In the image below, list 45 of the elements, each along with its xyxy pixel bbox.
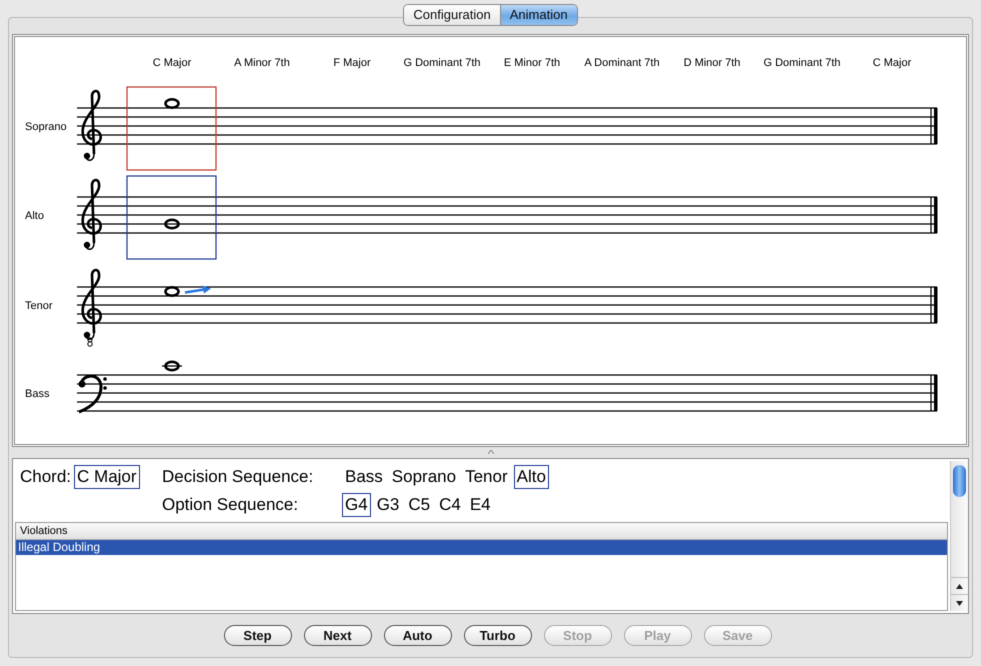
action-button[interactable]: Next [304, 625, 372, 646]
sequence-item: Soprano [390, 466, 458, 488]
action-button[interactable]: Step [224, 625, 292, 646]
sequence-item: G4 [342, 493, 371, 517]
treble-clef-icon [81, 178, 102, 250]
sequence-item: C5 [407, 494, 432, 516]
tab[interactable]: Animation [500, 5, 577, 25]
decision-sequence-label: Decision Sequence: [162, 466, 314, 488]
staff-label: Tenor [25, 300, 53, 312]
treble-clef-icon [81, 268, 102, 347]
column-header[interactable]: Violations [16, 523, 947, 540]
sequence-item: Tenor [464, 466, 509, 488]
chord-label: Chord: [20, 466, 72, 488]
table-row[interactable]: Illegal Doubling [16, 540, 947, 555]
staff-label: Alto [25, 210, 44, 222]
chord-name: F Major [333, 57, 371, 69]
action-button[interactable]: Turbo [464, 625, 532, 646]
scrollbar[interactable] [950, 461, 968, 611]
staff-label: Bass [25, 388, 50, 400]
whole-note [164, 98, 180, 109]
chord-value: C Major [74, 465, 140, 489]
chord-name: G Dominant 7th [763, 57, 841, 69]
chord-name: A Dominant 7th [584, 57, 660, 69]
sequence-item: E4 [468, 494, 492, 516]
whole-note [164, 218, 180, 230]
treble-clef-icon [81, 90, 102, 161]
sequence-item: C4 [438, 494, 462, 516]
whole-note [162, 360, 182, 372]
chord-name: C Major [152, 57, 192, 69]
scroll-thumb[interactable] [953, 465, 966, 497]
option-sequence-label: Option Sequence: [162, 494, 298, 516]
chord-name: E Minor 7th [504, 57, 560, 69]
splitter-handle-icon[interactable] [488, 450, 494, 454]
whole-note [164, 286, 180, 297]
sequence-item: Alto [514, 465, 549, 489]
staff-label: Soprano [25, 121, 67, 133]
sequence-item: Bass [344, 466, 384, 488]
chord-name: C Major [872, 57, 912, 69]
chord-name: D Minor 7th [684, 57, 740, 69]
chord-name: G Dominant 7th [403, 57, 481, 69]
bass-clef-icon [78, 374, 107, 414]
sequence-item: G3 [376, 494, 400, 516]
action-button[interactable]: Auto [384, 625, 452, 646]
chord-name: A Minor 7th [234, 57, 290, 69]
tab[interactable]: Configuration [404, 5, 500, 25]
